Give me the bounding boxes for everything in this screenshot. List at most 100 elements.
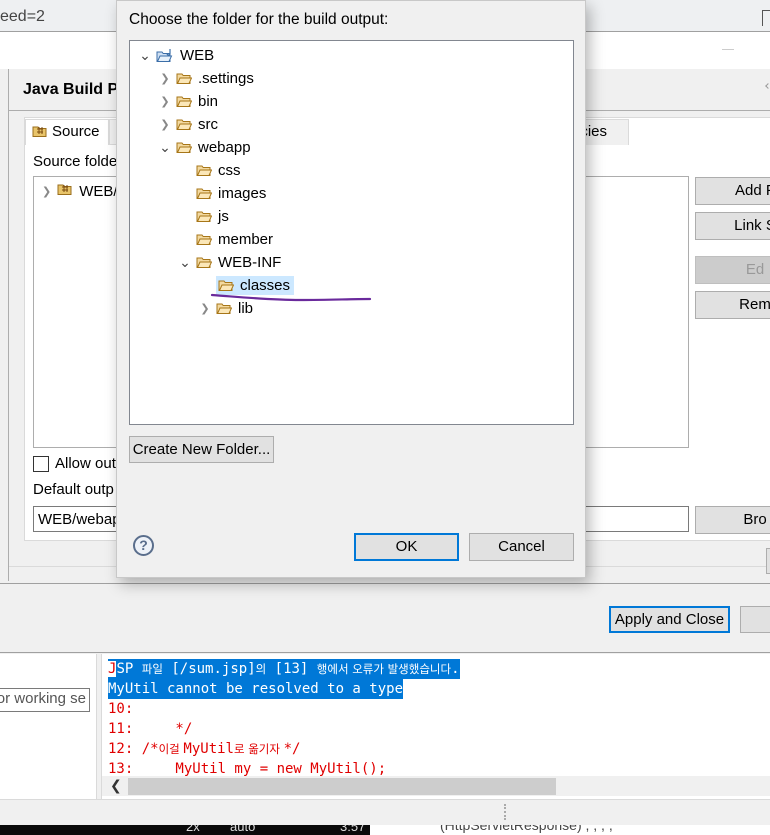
tree-item-label: src	[198, 115, 218, 133]
tree-item-web-inf[interactable]: ⌄ WEB-INF	[178, 251, 283, 273]
edit-button[interactable]: Ed	[695, 256, 770, 284]
tree-item-content[interactable]: WEB	[156, 46, 216, 65]
allow-output-checkbox[interactable]	[33, 455, 49, 472]
restore-defaults-button[interactable]	[766, 548, 770, 574]
browse-button[interactable]: Bro	[695, 506, 770, 534]
list-item[interactable]: ❯ WEB/	[42, 182, 118, 200]
tree-item-label: .settings	[198, 69, 254, 87]
chevron-right-icon[interactable]: ❯	[158, 72, 172, 85]
chevron-down-icon[interactable]: ⌄	[138, 48, 152, 62]
console-text: 로 옮기자	[233, 742, 284, 756]
console-output[interactable]: JSP 파일 [/sum.jsp]의 [13] 행에서 오류가 발생했습니다. M…	[108, 659, 460, 779]
folder-icon	[196, 164, 213, 177]
scroll-left-icon[interactable]: ❮	[110, 777, 122, 794]
tree-item-label: member	[218, 230, 274, 248]
console-view: JSP 파일 [/sum.jsp]의 [13] 행에서 오류가 발생했습니다. M…	[101, 654, 770, 799]
dialog-button-bar: Apply and Close	[0, 583, 770, 653]
tree-item-content[interactable]: css	[196, 161, 243, 180]
cancel-button-background[interactable]	[740, 606, 770, 633]
drag-handle-icon[interactable]	[504, 804, 506, 820]
tree-item-label: webapp	[198, 138, 251, 156]
horizontal-scrollbar[interactable]: ❮	[102, 776, 770, 796]
chevron-right-icon[interactable]: ❯	[158, 95, 172, 108]
create-new-folder-button[interactable]: Create New Folder...	[129, 436, 274, 463]
tree-item-content[interactable]: bin	[176, 92, 220, 111]
chevron-right-icon[interactable]: ❯	[158, 118, 172, 131]
link-source-button[interactable]: Link S	[695, 212, 770, 240]
console-text: MyUtil	[183, 741, 234, 757]
console-text: .	[451, 661, 460, 677]
tree-item-label: images	[218, 184, 267, 202]
console-text: 11: */	[108, 721, 193, 737]
console-line: 11: */	[108, 721, 192, 737]
remove-button[interactable]: Rem	[695, 291, 770, 319]
apply-and-close-button[interactable]: Apply and Close	[609, 606, 730, 633]
console-text: 행에서 오류가 발생했습니다	[316, 662, 452, 676]
folder-icon	[196, 256, 213, 269]
allow-output-label: Allow out	[55, 455, 116, 472]
console-text: [/sum.jsp]	[162, 661, 256, 677]
console-line: MyUtil cannot be resolved to a type	[108, 679, 404, 699]
add-folder-button[interactable]: Add F	[695, 177, 770, 205]
tree-item-label: bin	[198, 92, 219, 110]
tab-source-label: Source	[52, 123, 100, 140]
tree-item-content[interactable]: images	[196, 184, 268, 203]
taskbar: 2x auto 3:57	[0, 825, 370, 835]
tree-item-content[interactable]: member	[196, 230, 275, 249]
tree-item-js[interactable]: js	[178, 205, 231, 227]
folder-icon	[196, 187, 213, 200]
console-text: */	[283, 741, 301, 757]
chevron-down-icon[interactable]: ⌄	[178, 255, 192, 269]
folder-icon	[176, 72, 193, 85]
chevron-down-icon[interactable]: ⌄	[158, 140, 172, 154]
scrollbar-thumb[interactable]	[128, 778, 556, 795]
source-folder-icon	[32, 124, 48, 142]
tree-item-css[interactable]: css	[178, 159, 243, 181]
tree-item-settings[interactable]: ❯ .settings	[158, 67, 256, 89]
background-title-text: eed=2	[0, 8, 45, 25]
taskbar-item[interactable]: 2x	[186, 825, 200, 834]
console-text: 파일	[141, 662, 163, 676]
tree-item-content[interactable]: WEB-INF	[196, 253, 283, 272]
allow-output-row[interactable]: Allow out	[33, 455, 116, 472]
taskbar-item[interactable]: auto	[230, 825, 255, 834]
maximize-icon[interactable]	[762, 10, 770, 26]
working-set-filter-input[interactable]: or working se	[0, 688, 90, 712]
tree-item-content[interactable]: webapp	[176, 138, 253, 157]
source-folder-label: WEB/	[79, 182, 118, 200]
cancel-button[interactable]: Cancel	[469, 533, 574, 561]
folder-icon	[176, 95, 193, 108]
tree-item-webapp[interactable]: ⌄ webapp	[158, 136, 253, 158]
tree-item-content[interactable]: .settings	[176, 69, 256, 88]
tree-item-src[interactable]: ❯ src	[158, 113, 220, 135]
console-line: 12: /*이걸 MyUtil로 옮기자 */	[108, 741, 300, 757]
project-explorer-pane: or working se	[0, 654, 97, 802]
tree-item-label: WEB	[180, 46, 215, 64]
editor-fragment-text: (HttpServletResponse) , , , ,	[440, 825, 613, 833]
help-icon[interactable]: ?	[133, 535, 154, 556]
tree-item-bin[interactable]: ❯ bin	[158, 90, 220, 112]
tree-item-images[interactable]: images	[178, 182, 268, 204]
ok-button[interactable]: OK	[354, 533, 459, 561]
annotation-underline	[210, 293, 372, 302]
console-line: JSP 파일 [/sum.jsp]의 [13] 행에서 오류가 발생했습니다.	[108, 659, 460, 679]
tab-source[interactable]: Source	[25, 119, 109, 145]
console-text: [13]	[266, 661, 317, 677]
tree-item-content[interactable]: js	[196, 207, 231, 226]
tree-item-web[interactable]: ⌄ WEB	[138, 44, 216, 66]
taskbar-item[interactable]: 3:57	[340, 825, 365, 834]
folder-tree[interactable]: ⌄ WEB ❯ .settings ❯ bin ❯ src ⌄ webapp css images js…	[129, 40, 574, 425]
folder-selection-dialog: Choose the folder for the build output: …	[116, 0, 586, 578]
chevron-icon[interactable]	[765, 83, 770, 89]
console-text: 이걸	[158, 742, 184, 756]
page-title: Java Build P	[23, 81, 119, 98]
console-text: MyUtil cannot be resolved to a type	[108, 681, 404, 697]
tree-item-content[interactable]: src	[176, 115, 220, 134]
folder-icon	[218, 279, 235, 292]
folder-icon	[176, 118, 193, 131]
folder-icon	[176, 141, 193, 154]
console-text: 10:	[108, 701, 134, 717]
console-text: 의	[255, 662, 267, 676]
tree-item-member[interactable]: member	[178, 228, 275, 250]
chevron-right-icon[interactable]: ❯	[42, 185, 51, 198]
